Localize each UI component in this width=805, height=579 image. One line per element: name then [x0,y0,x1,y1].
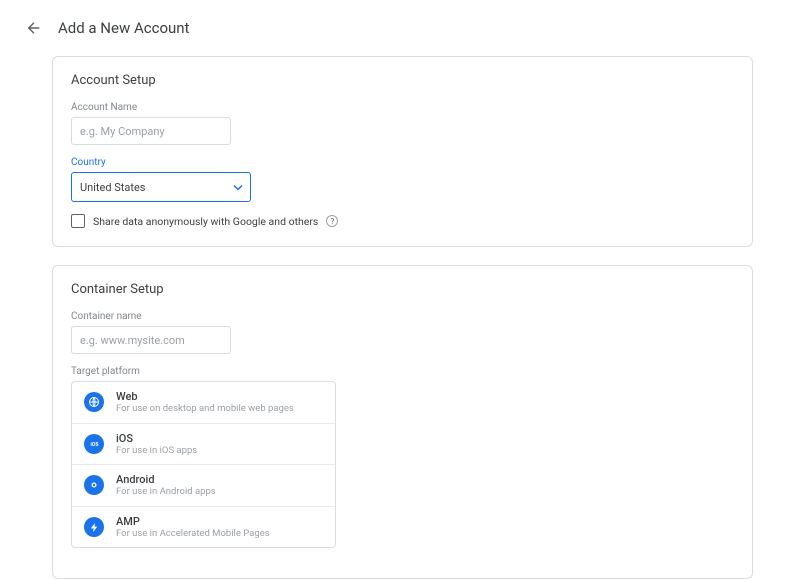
help-icon[interactable]: ? [326,215,338,227]
globe-icon [84,392,104,412]
country-select[interactable]: United States [71,172,251,202]
back-arrow-icon[interactable] [24,18,44,38]
account-setup-title: Account Setup [71,73,734,88]
page-title: Add a New Account [58,19,189,37]
target-platform-label: Target platform [71,366,734,377]
country-label: Country [71,157,734,168]
platform-name: Android [116,473,216,486]
platform-name: Web [116,390,294,403]
android-icon [84,475,104,495]
container-name-input[interactable] [71,326,231,354]
platform-desc: For use on desktop and mobile web pages [116,403,294,414]
platform-desc: For use in Accelerated Mobile Pages [116,528,270,539]
account-name-input[interactable] [71,117,231,145]
svg-text:iOS: iOS [90,442,98,448]
platform-option-ios[interactable]: iOS iOS For use in iOS apps [72,424,335,466]
container-setup-title: Container Setup [71,282,734,297]
bolt-icon [84,517,104,537]
platform-desc: For use in iOS apps [116,445,197,456]
account-name-label: Account Name [71,102,734,113]
share-data-label: Share data anonymously with Google and o… [93,215,318,228]
platform-option-amp[interactable]: AMP For use in Accelerated Mobile Pages [72,507,335,548]
platform-list: Web For use on desktop and mobile web pa… [71,381,336,548]
platform-name: AMP [116,515,270,528]
country-field: Country United States [71,157,734,202]
platform-option-android[interactable]: Android For use in Android apps [72,465,335,507]
country-value: United States [80,181,145,194]
target-platform-group: Target platform Web For use on desktop a… [71,366,734,548]
platform-option-web[interactable]: Web For use on desktop and mobile web pa… [72,382,335,424]
account-setup-card: Account Setup Account Name Country Unite… [52,56,753,247]
share-data-row: Share data anonymously with Google and o… [71,214,734,228]
container-name-label: Container name [71,311,734,322]
container-setup-card: Container Setup Container name Target pl… [52,265,753,579]
share-data-checkbox[interactable] [71,214,85,228]
account-name-field: Account Name [71,102,734,145]
platform-name: iOS [116,432,197,445]
ios-icon: iOS [84,434,104,454]
container-name-field: Container name [71,311,734,354]
platform-desc: For use in Android apps [116,486,216,497]
page-header: Add a New Account [24,18,781,38]
